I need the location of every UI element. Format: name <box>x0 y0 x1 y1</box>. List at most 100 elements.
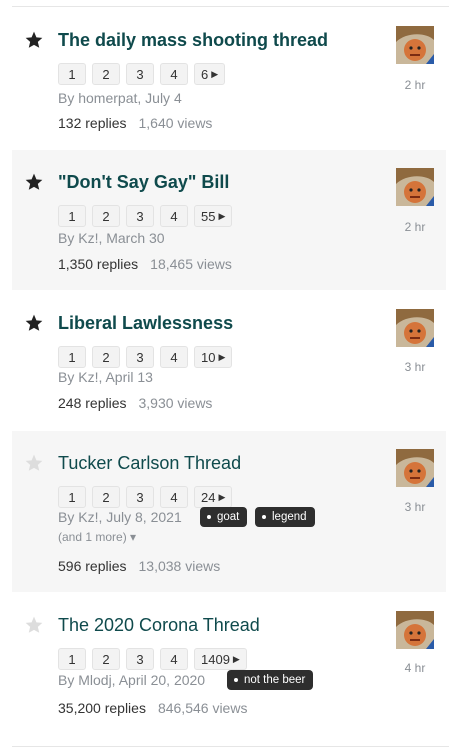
views-count: 1,640 views <box>138 115 213 131</box>
avatar[interactable] <box>396 611 434 649</box>
topic-author-date: By Kz!, April 13 <box>58 369 153 385</box>
topic-title-link[interactable]: Tucker Carlson Thread <box>58 451 241 475</box>
star-icon[interactable] <box>24 615 44 635</box>
page-link-3[interactable]: 3 <box>126 486 154 508</box>
topic-author-date: By Kz!, July 8, 2021 <box>58 509 182 525</box>
page-link-2[interactable]: 2 <box>92 486 120 508</box>
replies-count: 596 replies <box>58 558 127 574</box>
page-link-2[interactable]: 2 <box>92 205 120 227</box>
topic-stats: 1,350 replies 18,465 views <box>58 256 232 272</box>
topic-row: Tucker Carlson Thread 1 2 3 4 24 ▶ By Kz!… <box>12 431 446 592</box>
page-link-1[interactable]: 1 <box>58 205 86 227</box>
star-icon[interactable] <box>24 172 44 192</box>
divider <box>12 6 449 7</box>
tag-label: goat <box>217 511 240 523</box>
star-icon[interactable] <box>24 453 44 473</box>
topic-author-date: By homerpat, July 4 <box>58 90 182 106</box>
star-icon[interactable] <box>24 313 44 333</box>
avatar[interactable] <box>396 168 434 206</box>
star-icon[interactable] <box>24 30 44 50</box>
page-link-4[interactable]: 4 <box>160 205 188 227</box>
last-post-time[interactable]: 3 hr <box>396 360 434 374</box>
last-post-time[interactable]: 4 hr <box>396 661 434 675</box>
topic-author-date: By Kz!, March 30 <box>58 230 165 246</box>
tag-legend[interactable]: legend <box>255 507 315 527</box>
last-post-time[interactable]: 3 hr <box>396 500 434 514</box>
replies-count: 132 replies <box>58 115 127 131</box>
page-link-3[interactable]: 3 <box>126 63 154 85</box>
pagination: 1 2 3 4 1409 ▶ <box>58 648 247 670</box>
topic-title-link[interactable]: The daily mass shooting thread <box>58 28 328 52</box>
caret-right-icon: ▶ <box>218 210 226 221</box>
avatar[interactable] <box>396 26 434 64</box>
last-page-link[interactable]: 6 ▶ <box>194 63 226 85</box>
views-count: 13,038 views <box>138 558 221 574</box>
views-count: 18,465 views <box>150 256 232 272</box>
last-page-number: 6 <box>201 66 209 82</box>
topic-row: The 2020 Corona Thread 1 2 3 4 1409 ▶ By … <box>12 593 446 745</box>
topic-author-date: By Mlodj, April 20, 2020 <box>58 672 206 688</box>
page-link-4[interactable]: 4 <box>160 648 188 670</box>
divider <box>12 746 449 747</box>
tag-goat[interactable]: goat <box>200 507 248 527</box>
last-page-link[interactable]: 10 ▶ <box>194 346 233 368</box>
page-link-4[interactable]: 4 <box>160 486 188 508</box>
last-post-time[interactable]: 2 hr <box>396 78 434 92</box>
topic-title-link[interactable]: The 2020 Corona Thread <box>58 613 260 637</box>
last-page-number: 1409 <box>201 651 230 667</box>
pagination: 1 2 3 4 10 ▶ <box>58 346 233 368</box>
topic-stats: 132 replies 1,640 views <box>58 115 212 131</box>
last-page-link[interactable]: 1409 ▶ <box>194 648 247 670</box>
tag-dot-icon <box>262 515 266 519</box>
caret-right-icon: ▶ <box>211 68 219 79</box>
page-link-3[interactable]: 3 <box>126 346 154 368</box>
page-link-1[interactable]: 1 <box>58 486 86 508</box>
replies-count: 35,200 replies <box>58 700 146 716</box>
replies-count: 248 replies <box>58 395 127 411</box>
pagination: 1 2 3 4 55 ▶ <box>58 205 233 227</box>
tag-label: not the beer <box>244 674 306 686</box>
last-page-number: 24 <box>201 489 216 505</box>
topic-row: Liberal Lawlessness 1 2 3 4 10 ▶ By Kz!, … <box>12 291 446 430</box>
more-tags-label: (and 1 more) <box>58 530 127 544</box>
page-link-3[interactable]: 3 <box>126 205 154 227</box>
topic-row: "Don't Say Gay" Bill 1 2 3 4 55 ▶ By Kz!,… <box>12 150 446 290</box>
caret-down-icon: ▾ <box>130 530 137 544</box>
page-link-1[interactable]: 1 <box>58 648 86 670</box>
last-page-link[interactable]: 24 ▶ <box>194 486 233 508</box>
topic-stats: 596 replies 13,038 views <box>58 558 220 574</box>
pagination: 1 2 3 4 6 ▶ <box>58 63 226 85</box>
topic-list: The daily mass shooting thread 1 2 3 4 6… <box>0 0 461 750</box>
page-link-4[interactable]: 4 <box>160 63 188 85</box>
page-link-2[interactable]: 2 <box>92 648 120 670</box>
tag-dot-icon <box>234 678 238 682</box>
topic-title-link[interactable]: "Don't Say Gay" Bill <box>58 170 229 194</box>
caret-right-icon: ▶ <box>232 653 240 664</box>
views-count: 3,930 views <box>138 395 213 411</box>
views-count: 846,546 views <box>157 700 248 716</box>
page-link-3[interactable]: 3 <box>126 648 154 670</box>
last-page-number: 55 <box>201 208 216 224</box>
page-link-1[interactable]: 1 <box>58 63 86 85</box>
last-page-link[interactable]: 55 ▶ <box>194 205 233 227</box>
replies-count: 1,350 replies <box>58 256 139 272</box>
topic-title-link[interactable]: Liberal Lawlessness <box>58 311 233 335</box>
more-tags-link[interactable]: (and 1 more) ▾ <box>58 530 136 544</box>
avatar[interactable] <box>396 309 434 347</box>
pagination: 1 2 3 4 24 ▶ <box>58 486 233 508</box>
tag-not-the-beer[interactable]: not the beer <box>227 670 314 690</box>
last-post-time[interactable]: 2 hr <box>396 220 434 234</box>
topic-row: The daily mass shooting thread 1 2 3 4 6… <box>12 8 446 148</box>
page-link-2[interactable]: 2 <box>92 63 120 85</box>
caret-right-icon: ▶ <box>218 491 226 502</box>
page-link-4[interactable]: 4 <box>160 346 188 368</box>
page-link-2[interactable]: 2 <box>92 346 120 368</box>
caret-right-icon: ▶ <box>218 351 226 362</box>
avatar[interactable] <box>396 449 434 487</box>
topic-stats: 35,200 replies 846,546 views <box>58 700 247 716</box>
page-link-1[interactable]: 1 <box>58 346 86 368</box>
topic-stats: 248 replies 3,930 views <box>58 395 212 411</box>
tag-dot-icon <box>207 515 211 519</box>
tag-label: legend <box>272 511 307 523</box>
last-page-number: 10 <box>201 349 216 365</box>
